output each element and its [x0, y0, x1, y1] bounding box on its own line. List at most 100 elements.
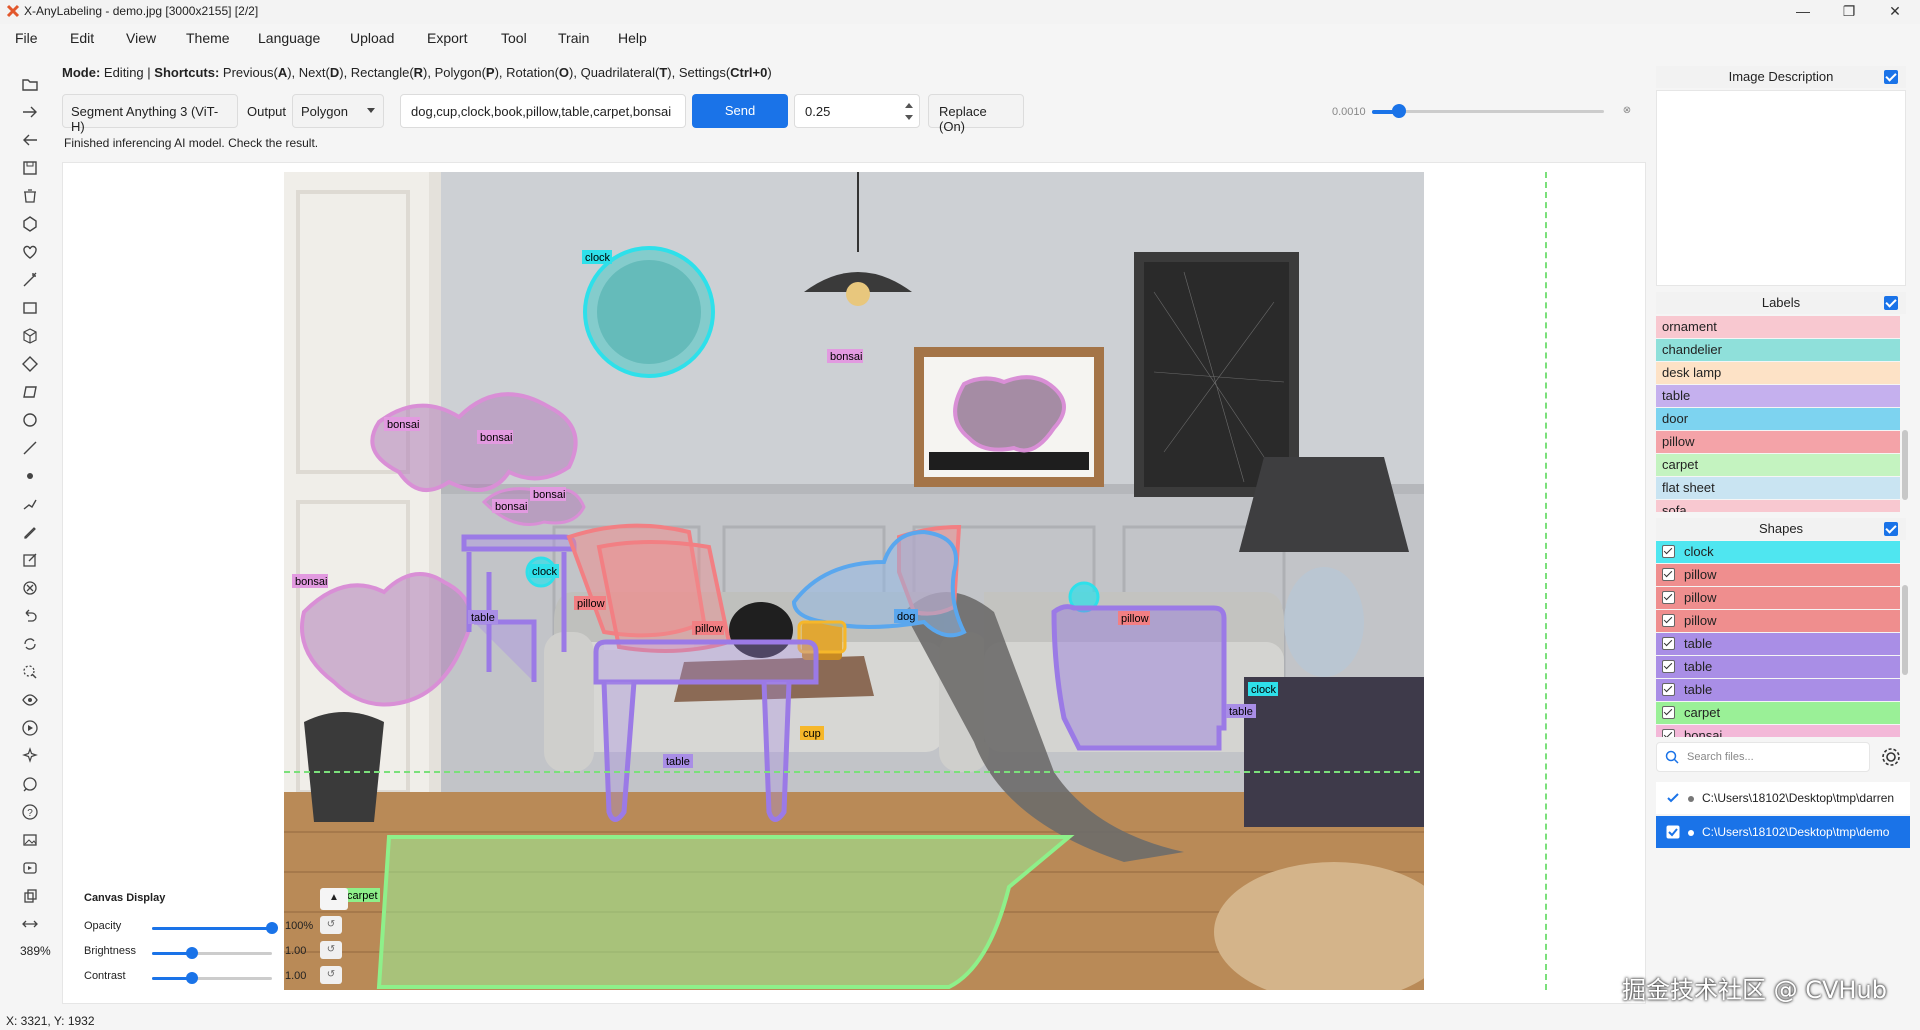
save-icon[interactable]: [20, 158, 40, 178]
close-button[interactable]: ✕: [1872, 0, 1918, 24]
contrast-slider-handle[interactable]: [185, 972, 198, 984]
shape-item[interactable]: clock: [1656, 541, 1900, 563]
image-description-checkbox[interactable]: [1884, 70, 1898, 84]
menu-view[interactable]: View: [126, 30, 156, 46]
label-item[interactable]: pillow: [1656, 431, 1900, 453]
quadrilateral-icon[interactable]: [20, 382, 40, 402]
checkbox-icon[interactable]: [1662, 568, 1675, 581]
video-icon[interactable]: [20, 858, 40, 878]
play-icon[interactable]: [20, 718, 40, 738]
open-folder-icon[interactable]: [20, 74, 40, 94]
visibility-icon[interactable]: [20, 690, 40, 710]
checkbox-icon[interactable]: [1662, 637, 1675, 650]
magic-select-icon[interactable]: [20, 662, 40, 682]
menu-export[interactable]: Export: [427, 30, 467, 46]
confidence-spinbox[interactable]: 0.25: [794, 94, 920, 128]
opacity-reset-icon[interactable]: ↺: [320, 916, 342, 934]
checkbox-icon[interactable]: [1662, 614, 1675, 627]
file-list-item[interactable]: C:\Users\18102\Desktop\tmp\darren: [1656, 782, 1910, 814]
shape-item[interactable]: table: [1656, 679, 1900, 701]
help-icon[interactable]: ?: [20, 802, 40, 822]
checkbox-icon[interactable]: [1662, 683, 1675, 696]
menu-upload[interactable]: Upload: [350, 30, 394, 46]
shapes-scrollbar[interactable]: [1902, 585, 1908, 675]
edit-pen-icon[interactable]: [20, 522, 40, 542]
spin-down-icon[interactable]: [905, 115, 913, 120]
prev-image-icon[interactable]: [20, 130, 40, 150]
heart-shape-icon[interactable]: [20, 242, 40, 262]
shape-item[interactable]: pillow: [1656, 610, 1900, 632]
image-description-text[interactable]: [1656, 90, 1906, 286]
label-item[interactable]: door: [1656, 408, 1900, 430]
file-list-item-selected[interactable]: C:\Users\18102\Desktop\tmp\demo: [1656, 816, 1910, 848]
menu-tool[interactable]: Tool: [501, 30, 527, 46]
gear-icon[interactable]: [1880, 746, 1902, 768]
cube-icon[interactable]: [20, 326, 40, 346]
maximize-button[interactable]: ❐: [1826, 0, 1872, 24]
shape-item[interactable]: table: [1656, 633, 1900, 655]
image-icon[interactable]: [20, 830, 40, 850]
menu-help[interactable]: Help: [618, 30, 647, 46]
checkbox-checked-icon[interactable]: [1666, 825, 1680, 839]
epsilon-slider-track[interactable]: [1372, 110, 1604, 113]
annotated-image[interactable]: clock bonsai bonsai bonsai bonsai bonsai…: [284, 172, 1424, 990]
shape-item[interactable]: carpet: [1656, 702, 1900, 724]
polygon-icon[interactable]: [20, 214, 40, 234]
copy-icon[interactable]: [20, 886, 40, 906]
shape-item[interactable]: bonsai: [1656, 725, 1900, 737]
menu-language[interactable]: Language: [258, 30, 320, 46]
sparkle-icon[interactable]: [20, 746, 40, 766]
checkbox-checked-icon[interactable]: [1666, 791, 1680, 805]
edit-box-icon[interactable]: [20, 550, 40, 570]
shape-item[interactable]: pillow: [1656, 564, 1900, 586]
checkbox-icon[interactable]: [1662, 660, 1675, 673]
cancel-icon[interactable]: [20, 578, 40, 598]
spin-up-icon[interactable]: [905, 103, 913, 108]
checkbox-icon[interactable]: [1662, 706, 1675, 719]
replace-toggle-button[interactable]: Replace (On): [928, 94, 1024, 134]
contrast-reset-icon[interactable]: ↺: [320, 966, 342, 984]
menu-theme[interactable]: Theme: [186, 30, 230, 46]
ai-wand-icon[interactable]: [20, 270, 40, 290]
label-item[interactable]: ornament: [1656, 316, 1900, 338]
search-files-input[interactable]: Search files...: [1656, 742, 1870, 772]
output-type-select[interactable]: Polygon: [292, 94, 384, 128]
rotation-icon[interactable]: [20, 354, 40, 374]
menu-train[interactable]: Train: [558, 30, 589, 46]
checkbox-icon[interactable]: [1662, 591, 1675, 604]
shapes-checkbox[interactable]: [1884, 522, 1898, 536]
epsilon-slider-handle[interactable]: [1392, 104, 1406, 118]
menu-file[interactable]: File: [15, 30, 38, 46]
send-button[interactable]: Send: [692, 94, 788, 128]
shape-item[interactable]: pillow: [1656, 587, 1900, 609]
next-image-icon[interactable]: [20, 102, 40, 122]
linestrip-icon[interactable]: [20, 494, 40, 514]
minimize-button[interactable]: —: [1780, 0, 1826, 24]
line-icon[interactable]: [20, 438, 40, 458]
fit-width-icon[interactable]: [20, 914, 40, 934]
shape-item[interactable]: table: [1656, 656, 1900, 678]
chat-icon[interactable]: [20, 774, 40, 794]
label-item[interactable]: desk lamp: [1656, 362, 1900, 384]
checkbox-icon[interactable]: [1662, 729, 1675, 737]
labels-checkbox[interactable]: [1884, 296, 1898, 310]
delete-icon[interactable]: [20, 186, 40, 206]
brightness-reset-icon[interactable]: ↺: [320, 941, 342, 959]
text-prompt-input[interactable]: dog,cup,clock,book,pillow,table,carpet,b…: [400, 94, 686, 128]
point-icon[interactable]: [20, 466, 40, 486]
reset-icon[interactable]: ⊗: [1620, 104, 1634, 118]
label-item[interactable]: sofa: [1656, 500, 1900, 512]
label-item[interactable]: flat sheet: [1656, 477, 1900, 499]
brightness-slider-handle[interactable]: [185, 947, 198, 959]
menu-edit[interactable]: Edit: [70, 30, 94, 46]
rectangle-icon[interactable]: [20, 298, 40, 318]
ai-model-select[interactable]: Segment Anything 3 (ViT-H): [62, 94, 238, 134]
circle-icon[interactable]: [20, 410, 40, 430]
labels-scrollbar[interactable]: [1902, 430, 1908, 500]
undo-icon[interactable]: [20, 606, 40, 626]
label-item[interactable]: table: [1656, 385, 1900, 407]
checkbox-icon[interactable]: [1662, 545, 1675, 558]
loop-icon[interactable]: [20, 634, 40, 654]
label-item[interactable]: chandelier: [1656, 339, 1900, 361]
opacity-slider-handle[interactable]: [266, 922, 278, 934]
